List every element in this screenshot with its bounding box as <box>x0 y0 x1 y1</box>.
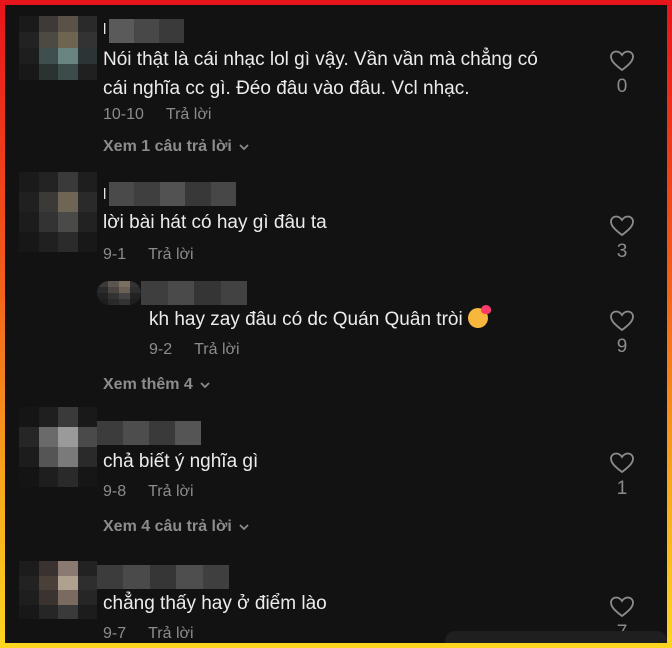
comment-date: 9-7 <box>103 625 127 642</box>
chevron-down-icon <box>200 382 210 389</box>
reply-username-redacted[interactable] <box>141 281 247 305</box>
username-redacted[interactable] <box>97 565 230 589</box>
reply-date: 9-2 <box>149 341 173 358</box>
view-replies-button[interactable]: Xem 1 câu trả lời <box>103 138 250 156</box>
like-button[interactable]: 9 <box>605 309 639 358</box>
username-redacted[interactable] <box>97 421 201 445</box>
comment-text: chẳng thấy hay ở điểm lào <box>103 593 327 614</box>
heart-icon <box>610 215 634 237</box>
username-initial[interactable]: l <box>103 186 106 203</box>
avatar[interactable] <box>19 172 97 252</box>
view-replies-button[interactable]: Xem 4 câu trả lời <box>103 518 250 536</box>
reply-button[interactable]: Trả lời <box>148 246 193 264</box>
reply-button[interactable]: Trả lời <box>148 483 193 501</box>
chevron-down-icon <box>239 524 249 531</box>
comment-text: lời bài hát có hay gì đâu ta <box>103 212 327 233</box>
chevron-down-icon <box>239 144 249 151</box>
avatar[interactable] <box>19 561 97 619</box>
comment-meta: 9-1 Trả lời <box>103 246 194 264</box>
heart-icon <box>610 596 634 618</box>
username-initial[interactable]: l <box>103 21 106 38</box>
comment-meta: 9-8 Trả lời <box>103 483 194 501</box>
comment-date: 9-8 <box>103 483 127 500</box>
reply-button[interactable]: Trả lời <box>194 341 239 359</box>
heart-icon <box>610 50 634 72</box>
like-count: 1 <box>616 478 628 499</box>
reply-button[interactable]: Trả lời <box>148 625 193 643</box>
like-button[interactable]: 1 <box>605 451 639 500</box>
comment-date: 9-1 <box>103 246 127 263</box>
like-count: 3 <box>616 241 628 262</box>
like-button[interactable]: 3 <box>605 214 639 263</box>
heart-icon <box>610 452 634 474</box>
like-button[interactable]: 0 <box>605 49 639 98</box>
reply-text: kh hay zay đâu có dc Quán Quân tròi <box>149 305 491 334</box>
comment-text: Nói thật là cái nhạc lol gì vậy. Vần vần… <box>103 49 538 99</box>
comment-meta: 9-7 Trả lời <box>103 625 194 643</box>
avatar[interactable] <box>19 16 97 80</box>
reply-button[interactable]: Trả lời <box>166 106 211 124</box>
comment-meta: 10-10 Trả lời <box>103 106 211 124</box>
like-count: 9 <box>616 336 628 357</box>
username-redacted[interactable] <box>109 182 237 206</box>
reply-meta: 9-2 Trả lời <box>149 341 240 359</box>
avatar[interactable] <box>19 407 97 487</box>
view-more-replies-button[interactable]: Xem thêm 4 <box>103 376 211 394</box>
like-count: 0 <box>616 76 628 97</box>
reply-avatar[interactable] <box>97 281 141 305</box>
bottom-input-bar[interactable] <box>445 631 667 643</box>
comment-text: chả biết ý nghĩa gì <box>103 451 259 472</box>
comment-date: 10-10 <box>103 106 144 123</box>
comment-section: l Nói thật là cái nhạc lol gì vậy. Vần v… <box>5 5 667 643</box>
smiling-face-with-hearts-icon <box>467 305 491 328</box>
username-redacted[interactable] <box>109 19 184 43</box>
heart-icon <box>610 310 634 332</box>
